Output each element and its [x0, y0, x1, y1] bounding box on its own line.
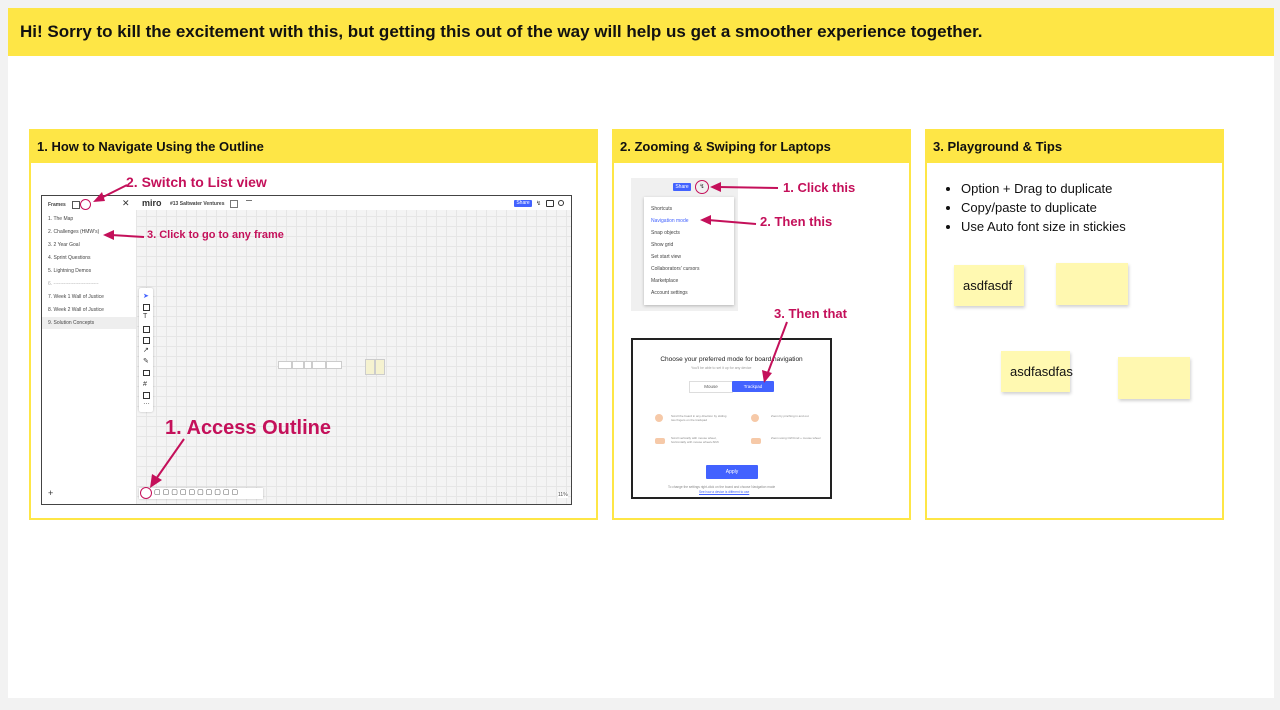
- option-scroll-wheel: Scroll vertically with mouse wheel, hori…: [671, 436, 719, 444]
- outline-item[interactable]: 7. Week 1 Wall of Justice: [48, 294, 104, 300]
- outline-panel[interactable]: Frames ✕ 1. The Map 2. Challenges (HMW's…: [42, 196, 137, 504]
- upload-tool-icon[interactable]: [143, 392, 150, 399]
- pinch-gesture-icon: [751, 414, 759, 422]
- dialog-title: Choose your preferred mode for board nav…: [660, 356, 803, 363]
- mini-frame[interactable]: [292, 361, 304, 369]
- zoom-level[interactable]: 11%: [558, 492, 568, 498]
- grid-view-icon[interactable]: [72, 201, 80, 209]
- annotation-click-frame: 3. Click to go to any frame: [147, 229, 284, 241]
- export-icon[interactable]: [230, 200, 238, 208]
- outline-item[interactable]: 6. ---------------------------: [48, 281, 99, 287]
- annotation-then-that: 3. Then that: [774, 306, 847, 321]
- bottom-toolbar-icons[interactable]: ▢▢▢▢▢▢▢▢▢▢: [154, 488, 240, 496]
- mini-frame[interactable]: [326, 361, 342, 369]
- outline-item[interactable]: 5. Lightning Demos: [48, 268, 91, 274]
- annotation-then-this: 2. Then this: [760, 214, 833, 229]
- outline-item[interactable]: 4. Sprint Questions: [48, 255, 91, 261]
- sticky-note[interactable]: [1118, 357, 1190, 399]
- frame-zooming-swiping[interactable]: 2. Zooming & Swiping for Laptops Share ↯…: [612, 129, 911, 520]
- menu-item-navigation-mode[interactable]: Navigation mode: [651, 218, 689, 224]
- menu-item-shortcuts[interactable]: Shortcuts: [651, 206, 672, 212]
- menu-item-set-start-view[interactable]: Set start view: [651, 254, 681, 260]
- frame-title: 3. Playground & Tips: [927, 131, 1222, 163]
- menu-share-button[interactable]: Share: [673, 183, 691, 191]
- board-area[interactable]: [136, 196, 571, 504]
- board-name: #13 Saltwater Ventures: [170, 201, 225, 207]
- add-frame-button[interactable]: +: [48, 488, 53, 498]
- outline-item[interactable]: 1. The Map: [48, 216, 73, 222]
- settings-dropdown: [644, 197, 734, 305]
- tip-item: Use Auto font size in stickies: [961, 217, 1126, 236]
- template-tool-icon[interactable]: [143, 304, 150, 311]
- option-zoom-pinch: Zoom by pinching in and out: [771, 414, 809, 418]
- menu-item-marketplace[interactable]: Marketplace: [651, 278, 678, 284]
- mini-frame[interactable]: [312, 361, 326, 369]
- text-tool-icon[interactable]: T: [143, 313, 147, 320]
- arrow-access-outline: [150, 438, 185, 488]
- menu-item-collaborators-cursors[interactable]: Collaborators' cursors: [651, 266, 699, 272]
- miro-logo: miro: [142, 198, 162, 208]
- tip-item: Option + Drag to duplicate: [961, 179, 1126, 198]
- scroll-gesture-icon: [655, 414, 663, 422]
- tip-item: Copy/paste to duplicate: [961, 198, 1126, 217]
- search-icon[interactable]: [558, 200, 564, 206]
- ctrl-wheel-icon: [751, 438, 761, 444]
- frame-playground-tips[interactable]: 3. Playground & Tips Option + Drag to du…: [925, 129, 1224, 520]
- mini-frame[interactable]: [375, 359, 385, 375]
- comment-tool-icon[interactable]: [143, 370, 150, 376]
- menu-item-show-grid[interactable]: Show grid: [651, 242, 673, 248]
- settings-menu-screenshot: Share ↯ Shortcuts Navigation mode Snap o…: [631, 178, 738, 311]
- select-tool-icon[interactable]: ➤: [143, 292, 149, 300]
- dialog-footer-link[interactable]: See how a device is different to use: [699, 490, 749, 494]
- menu-item-snap-objects[interactable]: Snap objects: [651, 230, 680, 236]
- comments-icon[interactable]: [546, 200, 554, 207]
- welcome-banner: Hi! Sorry to kill the excitement with th…: [8, 8, 1274, 56]
- wheel-gesture-icon: [655, 438, 665, 444]
- outline-item[interactable]: 9. Solution Concepts: [48, 320, 94, 326]
- undo-icon[interactable]: [246, 200, 252, 207]
- line-tool-icon[interactable]: ↗: [143, 346, 149, 354]
- frame-tool-icon[interactable]: #: [143, 381, 147, 388]
- frame-navigate-outline[interactable]: 1. How to Navigate Using the Outline Fra…: [29, 129, 598, 520]
- sticky-note[interactable]: [1056, 263, 1128, 305]
- option-zoom-ctrl: Zoom using Ctrl/Cmd + mouse wheel: [771, 436, 821, 440]
- sticky-note[interactable]: asdfasdfas: [1001, 351, 1073, 392]
- mini-frame[interactable]: [278, 361, 292, 369]
- outline-screenshot: Frames ✕ 1. The Map 2. Challenges (HMW's…: [41, 195, 572, 505]
- frame-title: 1. How to Navigate Using the Outline: [31, 131, 596, 163]
- outline-item[interactable]: 3. 2 Year Goal: [48, 242, 80, 248]
- pen-tool-icon[interactable]: ✎: [143, 357, 149, 365]
- outline-toggle-icon[interactable]: [140, 487, 152, 499]
- sticky-tool-icon[interactable]: [143, 326, 150, 333]
- dialog-footer: To change the settings right-click on th…: [668, 485, 776, 489]
- arrow-then-that: [762, 321, 788, 383]
- shape-tool-icon[interactable]: [143, 337, 150, 344]
- apply-button[interactable]: Apply: [706, 465, 758, 479]
- outline-title: Frames: [48, 202, 66, 208]
- outline-item[interactable]: 8. Week 2 Wall of Justice: [48, 307, 104, 313]
- reactions-icon[interactable]: ↯: [695, 180, 709, 194]
- list-view-icon[interactable]: [80, 199, 91, 210]
- mini-frame[interactable]: [304, 361, 312, 369]
- close-icon[interactable]: ✕: [122, 198, 130, 209]
- frame-title: 2. Zooming & Swiping for Laptops: [614, 131, 909, 163]
- tab-mouse[interactable]: Mouse: [689, 381, 733, 393]
- tab-trackpad[interactable]: Trackpad: [732, 381, 774, 392]
- navigation-mode-dialog-screenshot: Choose your preferred mode for board nav…: [631, 338, 832, 499]
- annotation-access-outline: 1. Access Outline: [165, 417, 331, 439]
- tips-list: Option + Drag to duplicate Copy/paste to…: [947, 179, 1126, 236]
- mini-frame[interactable]: [365, 359, 375, 375]
- reactions-icon[interactable]: ↯: [536, 200, 541, 207]
- outline-item[interactable]: 2. Challenges (HMW's): [48, 229, 99, 235]
- dialog-subtitle: You'll be able to set it up for any devi…: [691, 366, 752, 370]
- annotation-click-this: 1. Click this: [783, 180, 856, 195]
- option-scroll-trackpad: Scroll the board in any direction by sli…: [671, 414, 727, 422]
- annotation-switch-list: 2. Switch to List view: [126, 174, 267, 190]
- share-button[interactable]: Share: [514, 200, 532, 207]
- sticky-note[interactable]: asdfasdf: [954, 265, 1024, 306]
- more-tools-icon[interactable]: …: [143, 399, 150, 406]
- menu-item-account-settings[interactable]: Account settings: [651, 290, 688, 296]
